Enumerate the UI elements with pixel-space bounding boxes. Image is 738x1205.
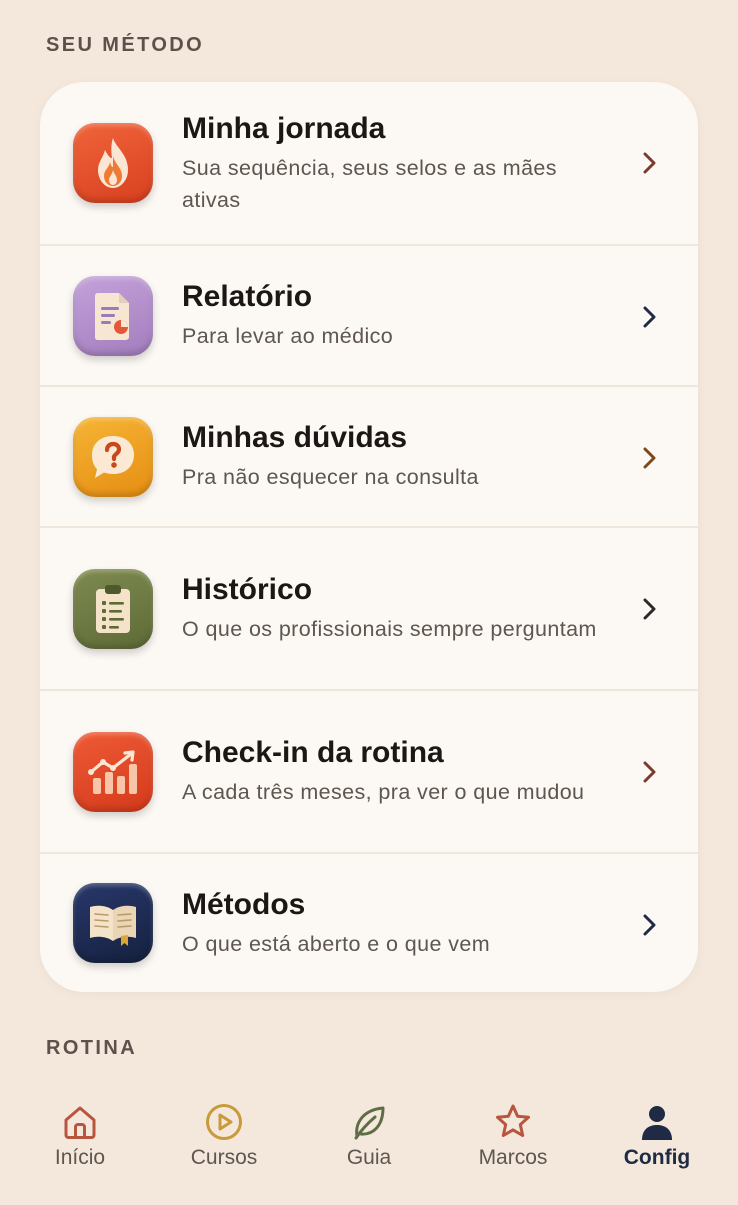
question-bubble-icon <box>73 416 153 497</box>
menu-item-historico[interactable]: Histórico O que os profissionais sempre … <box>40 526 698 689</box>
menu-item-relatorio[interactable]: Relatório Para levar ao médico <box>40 244 698 385</box>
clipboard-icon <box>73 568 153 649</box>
menu-item-subtitle: O que está aberto e o que vem <box>182 931 491 956</box>
tab-inicio[interactable]: Início <box>20 1102 140 1170</box>
tab-label: Config <box>623 1146 691 1169</box>
open-book-icon <box>73 883 153 963</box>
menu-item-title: Check-in da rotina <box>182 736 444 769</box>
leaf-icon <box>354 1106 385 1140</box>
menu-item-check-in-da-rotina[interactable]: Check-in da rotina A cada três meses, pr… <box>40 689 698 852</box>
chevron-right-icon <box>643 914 656 936</box>
menu-item-subtitle: A cada três meses, pra ver o que mudou <box>182 780 585 804</box>
section-title-rotina: ROTINA <box>46 1037 138 1059</box>
tab-label: Guia <box>346 1146 392 1169</box>
tab-label: Marcos <box>478 1146 548 1169</box>
menu-item-subtitle: Para levar ao médico <box>182 324 394 348</box>
menu-item-subtitle: O que os profissionais sempre perguntam <box>182 617 597 641</box>
document-icon <box>73 275 153 356</box>
bottom-tab-bar: Início Cursos Guia Marcos Config <box>0 1090 738 1205</box>
tab-label: Início <box>54 1146 106 1169</box>
menu-item-title: Histórico <box>182 573 313 606</box>
menu-item-title: Minha jornada <box>182 111 386 145</box>
menu-item-subtitle: Sua sequência, seus selos e as mães ativ… <box>182 155 557 212</box>
tab-marcos[interactable]: Marcos <box>453 1102 573 1170</box>
tab-cursos[interactable]: Cursos <box>164 1102 284 1170</box>
chevron-right-icon <box>643 598 656 620</box>
play-circle-icon <box>206 1104 242 1140</box>
chevron-right-icon <box>643 152 656 174</box>
chevron-right-icon <box>643 761 656 783</box>
method-menu-card: Minha jornada Sua sequência, seus selos … <box>40 82 698 992</box>
menu-item-minhas-duvidas[interactable]: Minhas dúvidas Pra não esquecer na consu… <box>40 385 698 526</box>
menu-item-metodos[interactable]: Métodos O que está aberto e o que vem <box>40 852 698 992</box>
menu-item-minha-jornada[interactable]: Minha jornada Sua sequência, seus selos … <box>40 82 698 244</box>
section-title-seu-metodo: SEU MÉTODO <box>46 34 205 56</box>
tab-config[interactable]: Config <box>597 1102 717 1170</box>
tab-guia[interactable]: Guia <box>309 1102 429 1170</box>
person-icon <box>642 1106 672 1140</box>
menu-item-subtitle: Pra não esquecer na consulta <box>182 465 479 489</box>
chevron-right-icon <box>643 306 656 328</box>
chevron-right-icon <box>643 447 656 469</box>
menu-item-title: Métodos <box>182 887 306 921</box>
star-icon <box>496 1104 530 1137</box>
growth-chart-icon <box>73 731 153 812</box>
menu-item-title: Minhas dúvidas <box>182 421 408 454</box>
tab-label: Cursos <box>190 1146 258 1169</box>
menu-item-title: Relatório <box>182 280 313 313</box>
flame-icon <box>73 123 153 203</box>
home-icon <box>64 1106 96 1139</box>
